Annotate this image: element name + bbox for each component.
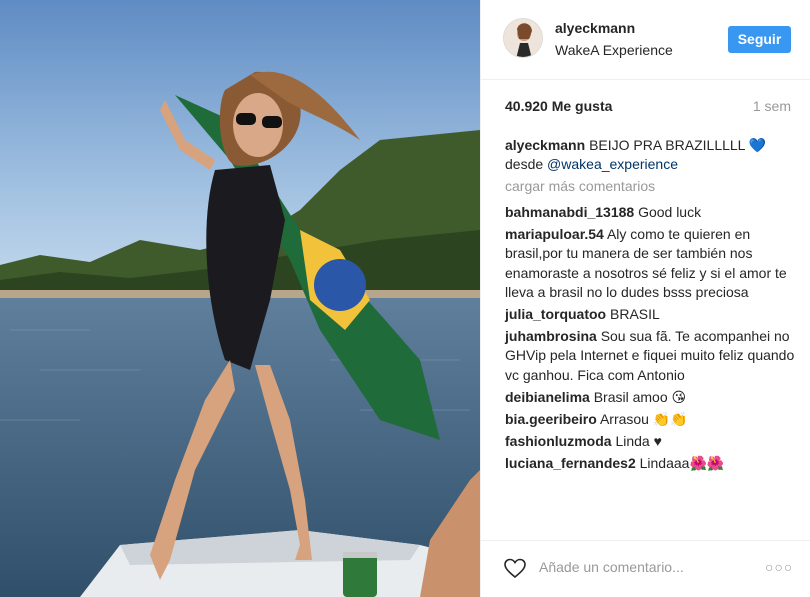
comment-footer: Añade un comentario... ○○○ bbox=[481, 540, 810, 597]
comments-list: alyeckmann BEIJO PRA BRAZILLLLL 💙 desde … bbox=[505, 136, 795, 476]
caption: alyeckmann BEIJO PRA BRAZILLLLL 💙 desde … bbox=[505, 136, 795, 175]
comment-item: bia.geeribeiro Arrasou 👏👏 bbox=[505, 410, 795, 429]
caption-username[interactable]: alyeckmann bbox=[505, 137, 585, 153]
comment-username[interactable]: bahmanabdi_13188 bbox=[505, 204, 634, 220]
comment-text: Good luck bbox=[638, 203, 702, 220]
comment-item: mariapuloar.54 Aly como te quieren en br… bbox=[505, 225, 795, 303]
comment-username[interactable]: mariapuloar.54 bbox=[505, 226, 604, 242]
comment-text: BRASIL bbox=[610, 306, 660, 323]
comment-item: deibianelima Brasil amoo 😘 bbox=[505, 388, 795, 407]
comment-item: bahmanabdi_13188 Good luck bbox=[505, 203, 795, 222]
comment-username[interactable]: fashionluzmoda bbox=[505, 433, 612, 449]
heart-outline-icon[interactable] bbox=[503, 556, 527, 580]
likes-count[interactable]: 40.920 Me gusta bbox=[505, 98, 612, 114]
comment-text: Arrasou 👏👏 bbox=[599, 410, 688, 427]
add-comment-input[interactable]: Añade un comentario... bbox=[539, 559, 684, 575]
comment-username[interactable]: julia_torquatoo bbox=[505, 306, 606, 322]
comment-username[interactable]: bia.geeribeiro bbox=[505, 411, 597, 427]
avatar[interactable] bbox=[503, 18, 543, 58]
comment-item: juhambrosina Sou sua fã. Te acompanhei n… bbox=[505, 327, 795, 385]
comment-item: luciana_fernandes2 Lindaaa🌺🌺 bbox=[505, 454, 795, 473]
post-header: alyeckmann WakeA Experience Seguir bbox=[481, 0, 810, 80]
likes-row: 40.920 Me gusta 1 sem bbox=[505, 98, 791, 118]
ellipsis-icon[interactable]: ○○○ bbox=[765, 559, 793, 575]
comment-text: Brasil amoo 😘 bbox=[593, 388, 687, 405]
follow-button[interactable]: Seguir bbox=[728, 26, 791, 53]
comment-username[interactable]: luciana_fernandes2 bbox=[505, 455, 636, 471]
comment-item: fashionluzmoda Linda ♥ bbox=[505, 432, 795, 451]
avatar-image bbox=[504, 19, 542, 57]
comment-text: Linda ♥ bbox=[615, 432, 662, 449]
comment-username[interactable]: deibianelima bbox=[505, 389, 590, 405]
post-username[interactable]: alyeckmann bbox=[555, 20, 635, 36]
post-side-panel: alyeckmann WakeA Experience Seguir 40.92… bbox=[480, 0, 810, 597]
comment-text: Lindaaa🌺🌺 bbox=[639, 454, 725, 471]
comment-username[interactable]: juhambrosina bbox=[505, 328, 597, 344]
load-more-comments[interactable]: cargar más comentarios bbox=[505, 177, 795, 196]
comment-item: julia_torquatoo BRASIL bbox=[505, 305, 795, 324]
post-location[interactable]: WakeA Experience bbox=[555, 42, 673, 58]
caption-mention[interactable]: @wakea_experience bbox=[547, 156, 678, 172]
photo-illustration bbox=[0, 0, 480, 597]
post-photo[interactable] bbox=[0, 0, 480, 597]
post-time[interactable]: 1 sem bbox=[753, 98, 791, 114]
